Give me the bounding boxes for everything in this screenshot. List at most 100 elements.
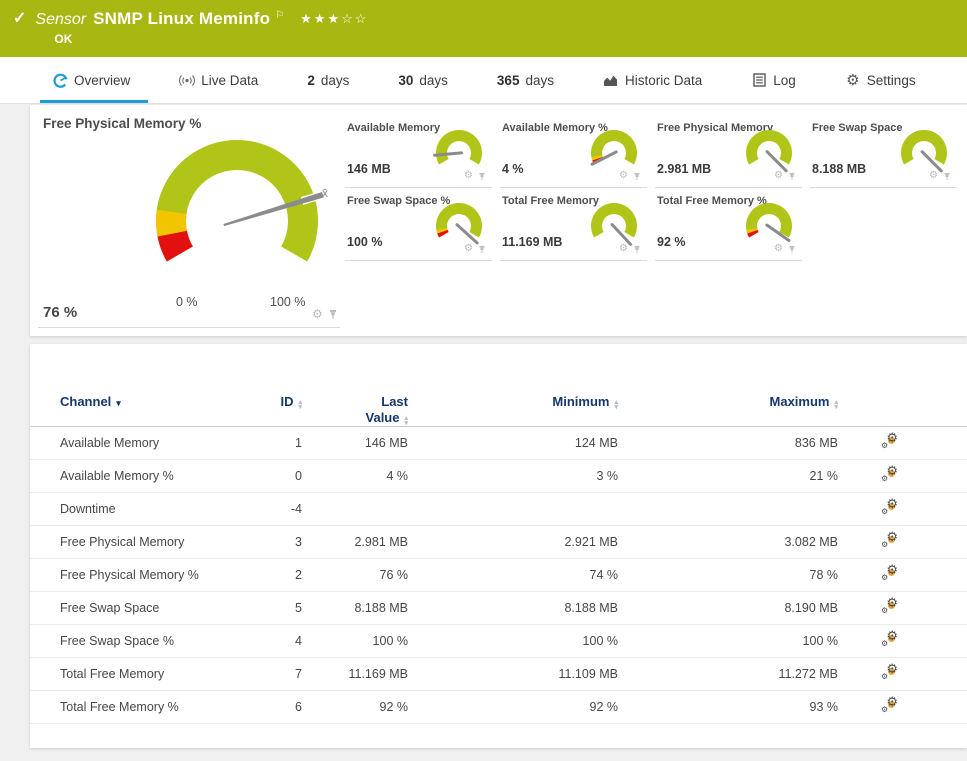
gear-icon[interactable]: ⚙ bbox=[774, 244, 783, 254]
channel-name[interactable]: Total Free Memory bbox=[60, 667, 232, 681]
tab-historic-data[interactable]: Historic Data bbox=[603, 57, 702, 103]
channel-name[interactable]: Free Swap Space bbox=[60, 601, 232, 615]
column-header-channel[interactable]: Channel ▾ bbox=[60, 378, 232, 411]
edit-channel-icon[interactable]: ⚙ ⚙ bbox=[880, 464, 898, 483]
pin-icon[interactable] bbox=[788, 245, 796, 254]
channel-maximum: 3.082 MB bbox=[784, 535, 838, 549]
gear-icon-small: ⚙ bbox=[881, 473, 889, 483]
pin-icon[interactable] bbox=[633, 245, 641, 254]
column-header-last-value[interactable]: Last Value ▴ ▾ bbox=[302, 378, 408, 427]
pin-icon[interactable] bbox=[478, 245, 486, 254]
mini-gauge-value: 100 % bbox=[347, 235, 383, 249]
channel-name[interactable]: Available Memory % bbox=[60, 469, 232, 483]
tab-overview[interactable]: Overview bbox=[39, 57, 149, 103]
tab-365-days-number: 365 bbox=[496, 72, 520, 88]
tab-2-days-label: days bbox=[320, 72, 350, 88]
mini-gauge-card[interactable]: Free Swap Space 8.188 MB ⚙ bbox=[810, 115, 965, 188]
edit-channel-icon[interactable]: ⚙ ⚙ bbox=[880, 563, 898, 582]
edit-channel-icon[interactable]: ⚙ ⚙ bbox=[880, 497, 898, 516]
mini-gauge-title: Free Swap Space bbox=[812, 122, 903, 134]
edit-channel-icon[interactable]: ⚙ ⚙ bbox=[880, 695, 898, 714]
edit-channel-icon[interactable]: ⚙ ⚙ bbox=[880, 530, 898, 549]
pin-icon[interactable] bbox=[633, 172, 641, 181]
gear-icon[interactable]: ⚙ bbox=[619, 244, 628, 254]
table-header-row: Channel ▾ ID ▴ ▾ Last Value ▴ ▾ Minimum ▴ ▾ Max… bbox=[30, 378, 967, 427]
channel-id: 0 bbox=[295, 469, 302, 483]
tab-365-days[interactable]: 365 days bbox=[497, 57, 554, 103]
main-gauge-free-physical-memory-pct[interactable]: Free Physical Memory % x̄ 0 % 100 % 76 %… bbox=[30, 105, 360, 336]
edit-channel-icon[interactable]: ⚙ ⚙ bbox=[880, 629, 898, 648]
column-header-id[interactable]: ID ▴ ▾ bbox=[232, 378, 302, 411]
table-row: Total Free Memory % 6 92 % 92 % 93 % ⚙ ⚙ bbox=[30, 691, 967, 724]
gear-icon-small: ⚙ bbox=[881, 539, 889, 549]
tab-settings-label: Settings bbox=[866, 72, 916, 88]
channel-name[interactable]: Available Memory bbox=[60, 436, 232, 450]
channel-minimum: 8.188 MB bbox=[564, 601, 618, 615]
tab-overview-label: Overview bbox=[74, 72, 131, 88]
gear-icon-small: ⚙ bbox=[881, 506, 889, 516]
pin-icon[interactable] bbox=[943, 172, 951, 181]
gear-icon-small: ⚙ bbox=[881, 605, 889, 615]
channel-last-value: 146 MB bbox=[364, 436, 408, 450]
channel-name[interactable]: Free Swap Space % bbox=[60, 634, 232, 648]
gear-icon[interactable]: ⚙ bbox=[774, 171, 783, 181]
channel-minimum: 3 % bbox=[596, 469, 618, 483]
table-body: Available Memory 1 146 MB 124 MB 836 MB … bbox=[30, 427, 967, 724]
gear-icon[interactable]: ⚙ bbox=[464, 244, 473, 254]
channel-minimum: 92 % bbox=[589, 700, 619, 714]
mini-gauge-card[interactable]: Total Free Memory 11.169 MB ⚙ bbox=[500, 188, 655, 261]
mini-gauge-card[interactable]: Free Physical Memory 2.981 MB ⚙ bbox=[655, 115, 810, 188]
channel-maximum: 21 % bbox=[809, 469, 839, 483]
mini-gauge-card[interactable]: Available Memory 146 MB ⚙ bbox=[345, 115, 500, 188]
mini-gauge-card[interactable]: Available Memory % 4 % ⚙ bbox=[500, 115, 655, 188]
table-row: Free Physical Memory % 2 76 % 74 % 78 % … bbox=[30, 559, 967, 592]
channel-last-value: 2.981 MB bbox=[354, 535, 408, 549]
gear-icon[interactable]: ⚙ bbox=[619, 171, 628, 181]
gear-icon-small: ⚙ bbox=[881, 638, 889, 648]
mini-gauges-grid: Available Memory 146 MB ⚙ Available Memo… bbox=[345, 115, 967, 261]
gear-icon[interactable]: ⚙ bbox=[464, 171, 473, 181]
pin-icon[interactable] bbox=[328, 309, 338, 320]
gear-icon[interactable]: ⚙ bbox=[312, 308, 323, 320]
gauge-icon bbox=[52, 72, 68, 88]
mini-gauge-value: 11.169 MB bbox=[502, 235, 563, 249]
table-row: Free Physical Memory 3 2.981 MB 2.921 MB… bbox=[30, 526, 967, 559]
tab-live-data[interactable]: Live Data bbox=[179, 57, 258, 103]
tab-2-days-number: 2 bbox=[307, 72, 315, 88]
channel-name[interactable]: Free Physical Memory % bbox=[60, 568, 232, 582]
gear-icon[interactable]: ⚙ bbox=[929, 171, 938, 181]
flag-icon[interactable]: ⚐ bbox=[275, 10, 284, 21]
edit-channel-icon[interactable]: ⚙ ⚙ bbox=[880, 596, 898, 615]
tab-log[interactable]: Log bbox=[751, 57, 796, 103]
tab-2-days[interactable]: 2 days bbox=[307, 57, 349, 103]
tab-historic-data-label: Historic Data bbox=[624, 72, 703, 88]
gear-icon: ⚙ bbox=[846, 71, 860, 89]
tab-365-days-label: days bbox=[525, 72, 554, 88]
channel-name[interactable]: Free Physical Memory bbox=[60, 535, 232, 549]
pin-icon[interactable] bbox=[478, 172, 486, 181]
edit-channel-icon[interactable]: ⚙ ⚙ bbox=[880, 431, 898, 450]
log-icon bbox=[751, 72, 767, 88]
tab-live-data-label: Live Data bbox=[201, 72, 259, 88]
tab-settings[interactable]: ⚙ Settings bbox=[845, 57, 916, 103]
channel-name[interactable]: Total Free Memory % bbox=[60, 700, 232, 714]
channel-table-panel: Channel ▾ ID ▴ ▾ Last Value ▴ ▾ Minimum ▴ ▾ Max… bbox=[30, 344, 967, 748]
tab-30-days-number: 30 bbox=[398, 72, 414, 88]
column-header-maximum[interactable]: Maximum ▴ ▾ bbox=[618, 378, 838, 411]
priority-stars[interactable]: ★★★☆☆ bbox=[300, 11, 368, 27]
column-header-minimum[interactable]: Minimum ▴ ▾ bbox=[408, 378, 618, 411]
mini-gauge-value: 2.981 MB bbox=[657, 162, 712, 176]
mini-gauge-card[interactable]: Total Free Memory % 92 % ⚙ bbox=[655, 188, 810, 261]
status-check-icon: ✓ bbox=[13, 10, 27, 27]
sort-icons: ▴ ▾ bbox=[834, 399, 838, 411]
tab-30-days[interactable]: 30 days bbox=[398, 57, 448, 103]
channel-maximum: 93 % bbox=[809, 700, 839, 714]
object-kind-label: Sensor bbox=[35, 11, 87, 28]
channel-name[interactable]: Downtime bbox=[60, 502, 232, 516]
mini-gauge-card[interactable]: Free Swap Space % 100 % ⚙ bbox=[345, 188, 500, 261]
pin-icon[interactable] bbox=[788, 172, 796, 181]
mini-gauge-value: 146 MB bbox=[347, 162, 391, 176]
sensor-title: SNMP Linux Meminfo bbox=[93, 9, 271, 28]
edit-channel-icon[interactable]: ⚙ ⚙ bbox=[880, 662, 898, 681]
channel-last-value: 92 % bbox=[379, 700, 409, 714]
